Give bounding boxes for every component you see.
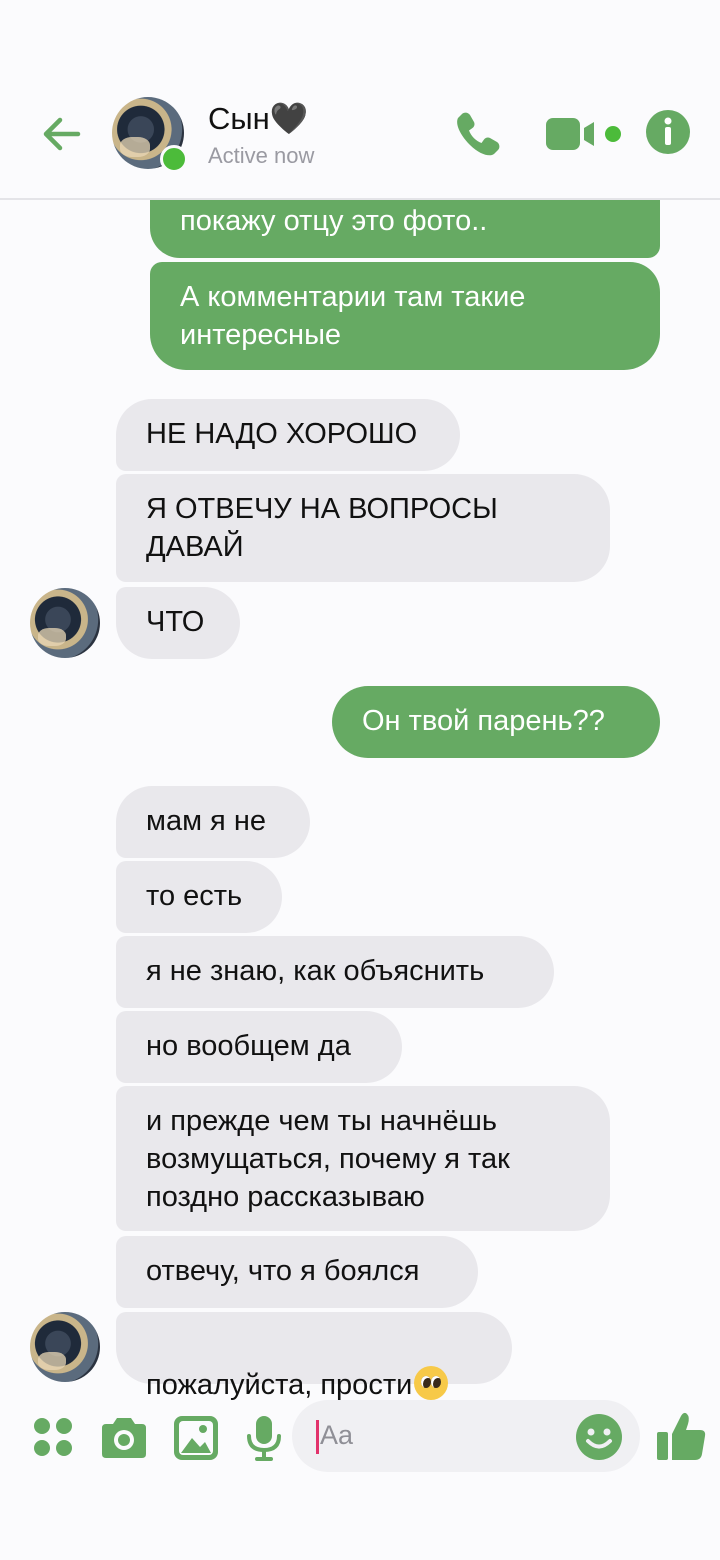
- message-bubble-outgoing[interactable]: А комментарии там такие интересные: [150, 262, 660, 370]
- apps-icon: [34, 1418, 72, 1456]
- contact-avatar[interactable]: [30, 1312, 100, 1382]
- emoji-button[interactable]: [574, 1412, 624, 1462]
- message-bubble-incoming[interactable]: НЕ НАДО ХОРОШО: [116, 399, 460, 471]
- message-bubble-outgoing[interactable]: Он твой парень??: [332, 686, 660, 758]
- message-input[interactable]: Aa: [292, 1400, 640, 1472]
- message-input-placeholder: Aa: [320, 1420, 354, 1450]
- message-bubble-incoming[interactable]: но вообщем да: [116, 1011, 402, 1083]
- message-bubble-incoming[interactable]: я не знаю, как объяснить: [116, 936, 554, 1008]
- camera-icon: [102, 1418, 146, 1458]
- message-bubble-incoming[interactable]: ЧТО: [116, 587, 240, 659]
- camera-button[interactable]: [98, 1412, 150, 1464]
- microphone-icon: [247, 1416, 281, 1461]
- back-button[interactable]: [38, 110, 86, 158]
- message-bubble-incoming[interactable]: пожалуйста, прости: [116, 1312, 512, 1401]
- pleading-face-icon: [414, 1366, 449, 1400]
- contact-status: Active now: [208, 143, 315, 168]
- text-caret: [316, 1420, 319, 1454]
- video-call-button[interactable]: [544, 112, 626, 156]
- message-composer: Aa: [0, 1396, 720, 1480]
- chat-screen: покажу отцу это фото.. А комментарии там…: [0, 0, 720, 1560]
- phone-icon: [457, 112, 500, 156]
- apps-button[interactable]: [28, 1412, 80, 1464]
- emoji-icon: [576, 1414, 622, 1460]
- thumbs-up-icon: [657, 1412, 706, 1460]
- contact-avatar[interactable]: [30, 588, 100, 658]
- contact-avatar-header[interactable]: [112, 97, 188, 173]
- gallery-button[interactable]: [170, 1412, 222, 1464]
- chat-header: Сын🖤 Active now: [0, 0, 720, 200]
- message-bubble-incoming[interactable]: и прежде чем ты начнёшь возмущаться, поч…: [116, 1086, 610, 1231]
- info-icon: [646, 110, 690, 154]
- video-camera-icon: [546, 118, 621, 150]
- voice-message-button[interactable]: [238, 1412, 290, 1464]
- message-bubble-incoming[interactable]: Я ОТВЕЧУ НА ВОПРОСЫ ДАВАЙ: [116, 474, 610, 582]
- back-arrow-icon: [43, 117, 81, 151]
- contact-name[interactable]: Сын🖤: [208, 100, 308, 137]
- message-bubble-incoming[interactable]: то есть: [116, 861, 282, 933]
- gallery-icon: [174, 1416, 218, 1460]
- info-button[interactable]: [644, 108, 692, 156]
- message-bubble-incoming[interactable]: отвечу, что я боялся: [116, 1236, 478, 1308]
- message-bubble-incoming[interactable]: мам я не: [116, 786, 310, 858]
- online-indicator: [160, 145, 188, 173]
- like-button[interactable]: [654, 1408, 710, 1464]
- voice-call-button[interactable]: [450, 106, 506, 162]
